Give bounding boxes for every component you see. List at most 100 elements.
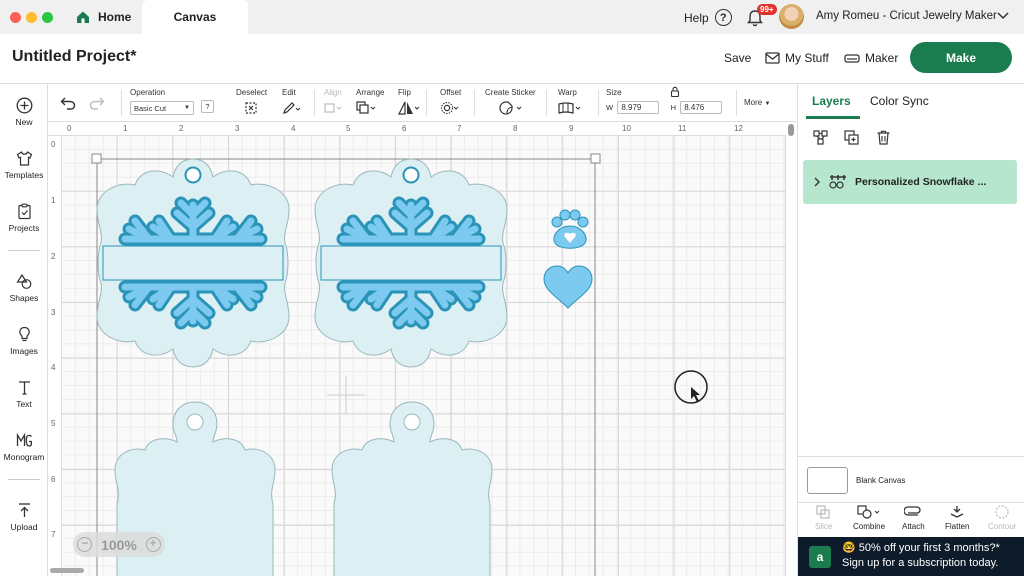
center-crosshair: [327, 376, 365, 414]
tab-color-sync[interactable]: Color Sync: [870, 94, 929, 108]
window-zoom-button[interactable]: [42, 12, 53, 23]
deselect-button[interactable]: Deselect: [236, 88, 267, 117]
sidebar-item-monogram[interactable]: Monogram: [0, 432, 48, 462]
more-button[interactable]: More ▼: [744, 98, 770, 107]
machine-button[interactable]: Maker: [844, 51, 898, 65]
contour-button[interactable]: Contour: [988, 505, 1016, 531]
arrange-icon: [356, 101, 376, 114]
design-canvas[interactable]: 0 1 2 3 4 5 6 7 8 9 10 11 12 0 1 2 3 4 5…: [48, 122, 796, 576]
arrange-button[interactable]: Arrange: [356, 88, 384, 117]
blank-canvas-row[interactable]: Blank Canvas: [798, 456, 1024, 502]
paw-print-shape[interactable]: [551, 209, 589, 249]
flatten-icon: [950, 506, 964, 518]
sidebar-divider: [8, 250, 40, 251]
resize-handle[interactable]: [91, 153, 102, 164]
clipboard-icon: [17, 203, 31, 220]
text-icon: [18, 381, 30, 395]
sidebar-item-projects[interactable]: Projects: [0, 203, 48, 233]
operation-group: Operation Basic Cut ▼ ?: [130, 88, 214, 115]
user-name[interactable]: Amy Romeu - Cricut Jewelry Maker: [816, 10, 997, 22]
gift-icon: 🤓: [842, 542, 859, 554]
tab-canvas[interactable]: Canvas: [142, 0, 248, 34]
operation-select[interactable]: Basic Cut ▼: [130, 101, 194, 115]
window-minimize-button[interactable]: [26, 12, 37, 23]
align-button[interactable]: Align: [324, 88, 344, 117]
flatten-button[interactable]: Flatten: [945, 505, 969, 531]
sidebar-item-shapes[interactable]: Shapes: [0, 273, 48, 303]
edit-button[interactable]: Edit: [282, 88, 301, 117]
dropdown-arrow-icon: ▼: [184, 105, 190, 111]
slice-icon: [816, 505, 830, 519]
layer-group-row[interactable]: Personalized Snowflake ...: [803, 160, 1017, 204]
help-button[interactable]: Help ?: [684, 9, 732, 26]
arrange-label: Arrange: [356, 88, 385, 97]
upload-icon: [18, 503, 30, 517]
layer-tools: Slice Combine Attach Flatten Contour: [798, 502, 1024, 537]
layer-name: Personalized Snowflake ...: [855, 176, 987, 188]
height-input[interactable]: 8.476: [680, 101, 723, 114]
create-sticker-label: Create Sticker: [485, 88, 536, 97]
make-button[interactable]: Make: [910, 42, 1012, 73]
combine-button[interactable]: Combine: [853, 505, 885, 531]
question-icon: ?: [714, 9, 732, 26]
slice-button[interactable]: Slice: [815, 505, 832, 531]
sidebar-item-text[interactable]: Text: [0, 379, 48, 409]
combine-label: Combine: [853, 522, 886, 531]
lock-icon[interactable]: [670, 86, 680, 97]
horizontal-scroll-thumb[interactable]: [50, 568, 84, 573]
offset-button[interactable]: Offset: [440, 88, 461, 117]
resize-handle[interactable]: [590, 153, 601, 164]
window-close-button[interactable]: [10, 12, 21, 23]
snowflake-tag-left[interactable]: [97, 159, 289, 367]
redo-icon[interactable]: [89, 96, 105, 110]
vertical-scroll-thumb[interactable]: [788, 124, 794, 136]
vertical-scrollbar[interactable]: [786, 122, 796, 576]
plain-tag-right[interactable]: [331, 401, 493, 576]
attach-button[interactable]: Attach: [902, 505, 925, 531]
promo-line-1: 🤓 50% off your first 3 months?*: [842, 541, 1024, 556]
sidebar-item-new[interactable]: New: [0, 97, 48, 127]
sidebar-item-upload[interactable]: Upload: [0, 502, 48, 532]
operation-value: Basic Cut: [134, 103, 167, 113]
flip-icon: [398, 101, 420, 115]
size-group: Size W 8.979 H 8.476: [606, 86, 723, 114]
save-button[interactable]: Save: [724, 51, 751, 65]
sidebar-label-shapes: Shapes: [9, 293, 39, 303]
blank-canvas-swatch[interactable]: [807, 467, 848, 494]
zoom-in-button[interactable]: +: [145, 537, 161, 552]
zoom-out-button[interactable]: −: [77, 537, 93, 552]
page-title[interactable]: Untitled Project*: [12, 48, 136, 66]
flip-button[interactable]: Flip: [398, 88, 420, 117]
attach-label: Attach: [902, 522, 925, 531]
machine-label: Maker: [865, 51, 899, 65]
toolbar-divider: [121, 90, 122, 116]
design-artwork[interactable]: [48, 122, 796, 576]
tab-bar: Home Canvas Help ? 99+ Amy Romeu - Cricu…: [0, 0, 1024, 34]
create-sticker-button[interactable]: Create Sticker: [485, 88, 536, 117]
help-label: Help: [684, 10, 709, 25]
my-stuff-button[interactable]: My Stuff: [765, 51, 829, 65]
duplicate-icon[interactable]: [843, 129, 860, 146]
group-icon[interactable]: [812, 129, 829, 146]
tab-layers[interactable]: Layers: [812, 94, 851, 108]
paperclip-icon: [904, 506, 921, 516]
align-icon: [324, 103, 342, 113]
heart-shape[interactable]: [543, 265, 593, 309]
avatar[interactable]: [779, 4, 804, 29]
sidebar-item-templates[interactable]: Templates: [0, 150, 48, 180]
tab-home[interactable]: Home: [70, 0, 140, 34]
trash-icon[interactable]: [875, 129, 892, 146]
width-input[interactable]: 8.979: [617, 101, 660, 114]
flip-label: Flip: [398, 88, 411, 97]
warp-button[interactable]: Warp: [558, 88, 582, 117]
snowflake-tag-right[interactable]: [315, 159, 507, 367]
chevron-down-icon[interactable]: [996, 8, 1010, 22]
sidebar-label-new: New: [15, 117, 33, 127]
sidebar-item-images[interactable]: Images: [0, 326, 48, 356]
undo-icon[interactable]: [60, 96, 76, 110]
subscription-promo-banner[interactable]: a 🤓 50% off your first 3 months?* Sign u…: [798, 537, 1024, 576]
operation-help-button[interactable]: ?: [201, 100, 214, 113]
layer-group-thumbnail-icon: [829, 175, 846, 189]
chevron-right-icon[interactable]: [813, 177, 821, 187]
tab-home-label: Home: [98, 10, 132, 24]
